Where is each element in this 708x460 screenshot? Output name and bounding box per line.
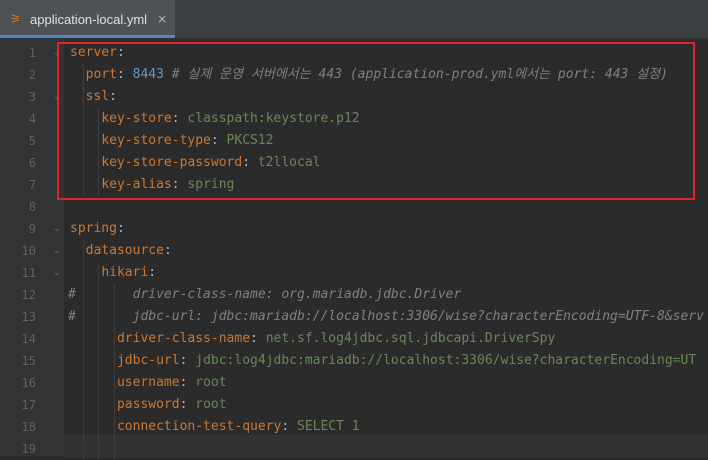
code-token: jdbc-url: jdbc:mariadb://localhost:3306/… <box>70 309 704 324</box>
code-line[interactable]: connection-test-query: SELECT 1 <box>117 416 360 438</box>
line-number: 10 <box>21 244 36 258</box>
tab-title: application-local.yml <box>30 11 148 27</box>
code-token: : <box>148 265 157 280</box>
line-number: 11 <box>21 266 36 280</box>
line-number: 8 <box>28 200 36 214</box>
code-editor[interactable]: 1 ⌄ 2 3 ⌄ 4 5 6 7 8 9 ⌄ 10 ⌄ 11 ⌄ 12 13 14 15 16 17 18 19 serve… <box>0 39 708 460</box>
code-token: hikari <box>101 265 149 280</box>
code-token: username <box>116 375 180 390</box>
line-number: 19 <box>21 442 36 456</box>
line-number: 12 <box>21 288 36 302</box>
code-token: net.sf.log4jdbc.sql.jdbcapi.DriverSpy <box>265 331 556 346</box>
code-token: root <box>195 397 227 412</box>
line-number: 18 <box>21 420 36 434</box>
tab-application-local-yml[interactable]: ⚞ application-local.yml × <box>0 0 175 38</box>
line-number: 15 <box>21 354 36 368</box>
line-number: 3 <box>28 90 36 104</box>
line-number-gutter: 1 ⌄ 2 3 ⌄ 4 5 6 7 8 9 ⌄ 10 ⌄ 11 ⌄ 12 13 14 15 16 17 18 19 <box>0 39 64 456</box>
code-token: driver-class-name <box>116 331 251 346</box>
current-line-highlight <box>64 435 708 457</box>
annotation-highlight-box <box>57 42 695 200</box>
line-number: 7 <box>28 178 36 192</box>
line-number: 2 <box>28 68 36 82</box>
code-line[interactable]: jdbc-url: jdbc:log4jdbc:mariadb://localh… <box>117 350 696 372</box>
code-token: spring <box>70 221 117 236</box>
code-token: SELECT 1 <box>297 419 360 434</box>
code-token: datasource <box>85 243 164 258</box>
code-token: driver-class-name: org.mariadb.jdbc.Driv… <box>70 287 462 302</box>
code-token: : <box>281 419 297 434</box>
code-token: : <box>116 221 125 236</box>
code-token: jdbc-url <box>116 353 180 368</box>
code-token: : <box>179 375 196 390</box>
close-icon[interactable]: × <box>157 12 167 26</box>
code-token: connection-test-query <box>116 419 282 434</box>
code-token: root <box>195 375 227 390</box>
line-number: 4 <box>28 112 36 126</box>
code-line[interactable]: username: root <box>117 372 227 394</box>
code-token: : <box>250 331 266 346</box>
line-number: 16 <box>21 376 36 390</box>
indent-guide <box>82 240 84 460</box>
code-line[interactable]: jdbc-url: jdbc:mariadb://localhost:3306/… <box>70 306 704 328</box>
line-number: 5 <box>28 134 36 148</box>
line-number: 9 <box>28 222 36 236</box>
line-number: 17 <box>21 398 36 412</box>
code-token: : <box>179 353 196 368</box>
line-number: 14 <box>21 332 36 346</box>
code-line[interactable]: datasource: <box>86 240 172 262</box>
code-token: jdbc:log4jdbc:mariadb://localhost:3306/w… <box>195 353 697 368</box>
line-number: 13 <box>21 310 36 324</box>
fold-arrow-icon[interactable]: ⌄ <box>52 218 62 240</box>
line-number: 1 <box>28 46 36 60</box>
code-line[interactable]: driver-class-name: net.sf.log4jdbc.sql.j… <box>117 328 555 350</box>
line-number: 6 <box>28 156 36 170</box>
yaml-file-icon: ⚞ <box>10 12 21 26</box>
code-line[interactable]: driver-class-name: org.mariadb.jdbc.Driv… <box>70 284 462 306</box>
code-line[interactable]: hikari: <box>101 262 156 284</box>
code-token: : <box>179 397 196 412</box>
fold-arrow-icon[interactable]: ⌄ <box>52 240 62 262</box>
fold-arrow-icon[interactable]: ⌄ <box>52 262 62 284</box>
code-token: : <box>163 243 172 258</box>
code-line[interactable]: password: root <box>117 394 227 416</box>
code-line[interactable]: spring: <box>70 218 125 240</box>
editor-tab-bar: ⚞ application-local.yml × <box>0 0 708 39</box>
code-token: password <box>116 397 180 412</box>
